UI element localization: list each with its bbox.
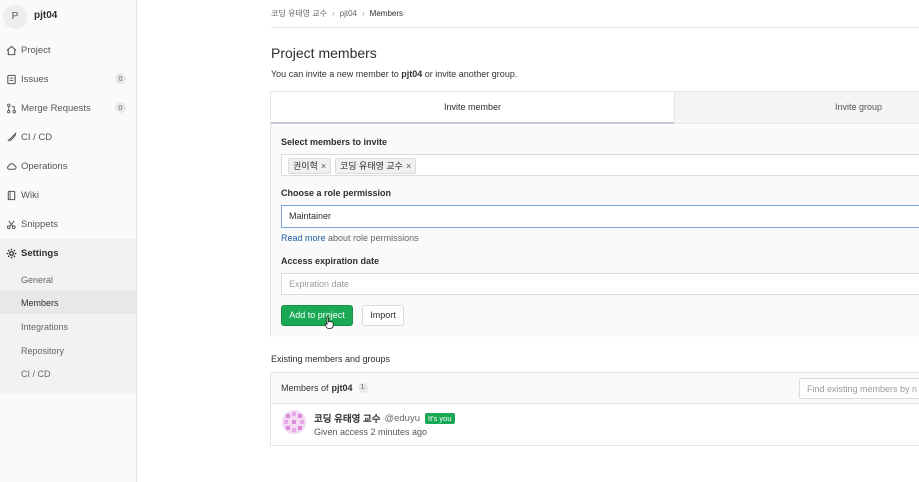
sidebar-item-settings[interactable]: Settings (0, 240, 136, 266)
members-of-heading: Members of pjt04 1 (281, 383, 368, 393)
help-suffix: about role permissions (325, 233, 419, 243)
project-header[interactable]: P pjt04 (0, 0, 137, 36)
sidebar: P pjt04 Project Issues 0 Merge Requests … (0, 0, 137, 482)
members-of-project: pjt04 (331, 383, 353, 393)
expiration-label: Access expiration date (281, 256, 380, 266)
sidebar-item-label: Issues (21, 73, 49, 85)
avatar[interactable] (282, 410, 306, 434)
rocket-icon (1, 131, 21, 143)
settings-sub-integrations[interactable]: Integrations (21, 322, 68, 332)
project-avatar: P (3, 5, 27, 29)
settings-sub-members[interactable]: Members (21, 298, 59, 308)
chevron-right-icon: › (362, 9, 365, 18)
divider (271, 27, 919, 28)
project-name[interactable]: pjt04 (34, 10, 57, 21)
members-of-label: Members of (281, 383, 329, 393)
status-badge: It's you (425, 412, 455, 424)
desc-suffix: or invite another group. (422, 69, 518, 79)
sidebar-item-operations[interactable]: Operations (0, 153, 136, 179)
sidebar-item-merge-requests[interactable]: Merge Requests 0 (0, 95, 136, 121)
member-count-badge: 1 (357, 383, 368, 393)
read-more-link[interactable]: Read more (281, 233, 326, 243)
desc-project: pjt04 (401, 69, 423, 79)
sidebar-item-issues[interactable]: Issues 0 (0, 66, 136, 92)
breadcrumb-group[interactable]: 코딩 유태영 교수 (271, 8, 327, 19)
sidebar-item-ci-cd[interactable]: CI / CD (0, 124, 136, 150)
member-token[interactable]: 코딩 유태영 교수 × (335, 158, 417, 174)
sidebar-item-label: Merge Requests (21, 102, 91, 114)
merge-request-icon (1, 103, 21, 114)
page-title: Project members (271, 45, 377, 61)
book-icon (1, 190, 21, 201)
settings-sub-ci-cd[interactable]: CI / CD (21, 369, 51, 379)
existing-members-title: Existing members and groups (271, 354, 391, 364)
tab-invite-member[interactable]: Invite member (271, 92, 674, 124)
settings-sub-repository[interactable]: Repository (21, 346, 64, 356)
close-icon[interactable]: × (321, 159, 326, 173)
issues-count-badge: 0 (115, 73, 126, 84)
member-name: 코딩 유태영 교수 @eduyu It's you (314, 411, 455, 425)
add-to-project-button[interactable]: Add to project (281, 305, 353, 326)
find-members-input[interactable] (799, 378, 919, 399)
breadcrumb-current[interactable]: Members (370, 9, 403, 18)
sidebar-item-wiki[interactable]: Wiki (0, 182, 136, 208)
members-select-input[interactable]: 권이혁 × 코딩 유태영 교수 × (281, 154, 919, 176)
role-help-text: Read more about role permissions (281, 233, 419, 243)
member-token[interactable]: 권이혁 × (288, 158, 332, 174)
gear-icon (1, 248, 21, 259)
tab-invite-group[interactable]: Invite group (674, 92, 919, 124)
sidebar-item-label: Operations (21, 160, 68, 172)
member-token-label: 권이혁 (293, 161, 318, 171)
sidebar-item-label: Snippets (21, 218, 58, 230)
chevron-right-icon: › (331, 9, 335, 18)
expiration-date-input[interactable] (281, 273, 919, 295)
home-icon (1, 45, 21, 56)
breadcrumb: 코딩 유태영 교수 › pjt04 › Members (271, 8, 403, 19)
import-button[interactable]: Import (362, 305, 404, 326)
role-permission-label: Choose a role permission (281, 188, 392, 198)
page-description: You can invite a new member to pjt04 or … (271, 69, 517, 79)
sidebar-item-label: Project (21, 44, 51, 56)
select-members-label: Select members to invite (281, 137, 388, 147)
close-icon[interactable]: × (406, 159, 411, 173)
settings-sub-general[interactable]: General (21, 275, 53, 285)
hand-cursor-icon (324, 316, 334, 329)
sidebar-item-project[interactable]: Project (0, 37, 136, 63)
sidebar-item-label: CI / CD (21, 131, 53, 143)
merge-requests-count-badge: 0 (115, 102, 126, 113)
member-display-name[interactable]: 코딩 유태영 교수 (314, 411, 380, 425)
member-access-time: Given access 2 minutes ago (314, 427, 428, 437)
member-username: @eduyu (384, 412, 420, 424)
role-select[interactable]: Maintainer (281, 205, 919, 228)
sidebar-item-snippets[interactable]: Snippets (0, 211, 136, 237)
sidebar-item-label: Wiki (21, 189, 39, 201)
member-token-label: 코딩 유태영 교수 (340, 161, 403, 171)
breadcrumb-project[interactable]: pjt04 (340, 9, 357, 18)
scissors-icon (1, 219, 21, 230)
issues-icon (1, 74, 21, 85)
desc-prefix: You can invite a new member to (271, 69, 402, 79)
sidebar-item-label: Settings (21, 247, 59, 259)
cloud-gear-icon (1, 161, 21, 172)
